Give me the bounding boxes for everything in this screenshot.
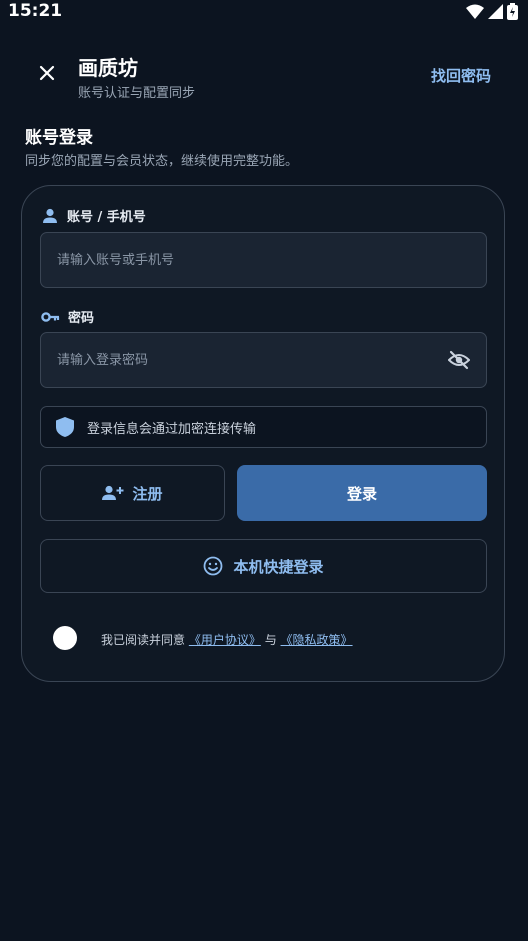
- quick-login-button[interactable]: 本机快捷登录: [40, 539, 487, 593]
- app-title: 画质坊: [78, 56, 138, 80]
- agreement-prefix: 我已阅读并同意: [101, 633, 186, 647]
- section-description: 同步您的配置与会员状态，继续使用完整功能。: [25, 154, 299, 169]
- password-label-text: 密码: [68, 311, 95, 326]
- account-input[interactable]: [55, 251, 419, 269]
- status-time: 15:21: [8, 1, 63, 21]
- wifi-icon: [466, 4, 484, 19]
- person-icon: [43, 208, 57, 223]
- account-field[interactable]: [40, 232, 487, 288]
- add-user-icon: [102, 485, 124, 500]
- smile-icon: [204, 556, 223, 576]
- signal-icon: [488, 4, 503, 19]
- close-button[interactable]: [34, 60, 60, 86]
- section-title: 账号登录: [25, 128, 93, 148]
- encryption-notice: 登录信息会通过加密连接传输: [40, 406, 487, 448]
- privacy-policy-link[interactable]: 《隐私政策》: [281, 633, 353, 647]
- status-bar: 15:21: [0, 0, 528, 24]
- encryption-notice-text: 登录信息会通过加密连接传输: [87, 421, 257, 437]
- app-subtitle: 账号认证与配置同步: [78, 86, 196, 101]
- agreement-joiner: 与: [264, 633, 277, 647]
- password-input[interactable]: [55, 351, 419, 369]
- status-icons: [466, 3, 518, 20]
- register-label: 注册: [132, 484, 163, 503]
- password-field[interactable]: [40, 332, 487, 388]
- login-button[interactable]: 登录: [237, 465, 487, 521]
- account-label: 账号 / 手机号: [41, 206, 146, 225]
- agreement-radio[interactable]: [53, 626, 77, 650]
- password-label: 密码: [41, 307, 94, 326]
- agreement-text: 我已阅读并同意 《用户协议》 与 《隐私政策》: [101, 631, 353, 648]
- toggle-password-visibility-button[interactable]: [447, 349, 471, 375]
- quick-login-label: 本机快捷登录: [233, 557, 324, 576]
- login-label: 登录: [346, 484, 377, 503]
- key-icon: [41, 311, 60, 322]
- register-button[interactable]: 注册: [40, 465, 225, 521]
- close-icon: [39, 65, 55, 81]
- eye-off-icon: [447, 350, 471, 370]
- forgot-password-link[interactable]: 找回密码: [431, 65, 491, 86]
- shield-icon: [56, 417, 74, 437]
- battery-icon: [507, 3, 518, 20]
- user-agreement-link[interactable]: 《用户协议》: [189, 633, 261, 647]
- account-label-text: 账号 / 手机号: [67, 210, 146, 225]
